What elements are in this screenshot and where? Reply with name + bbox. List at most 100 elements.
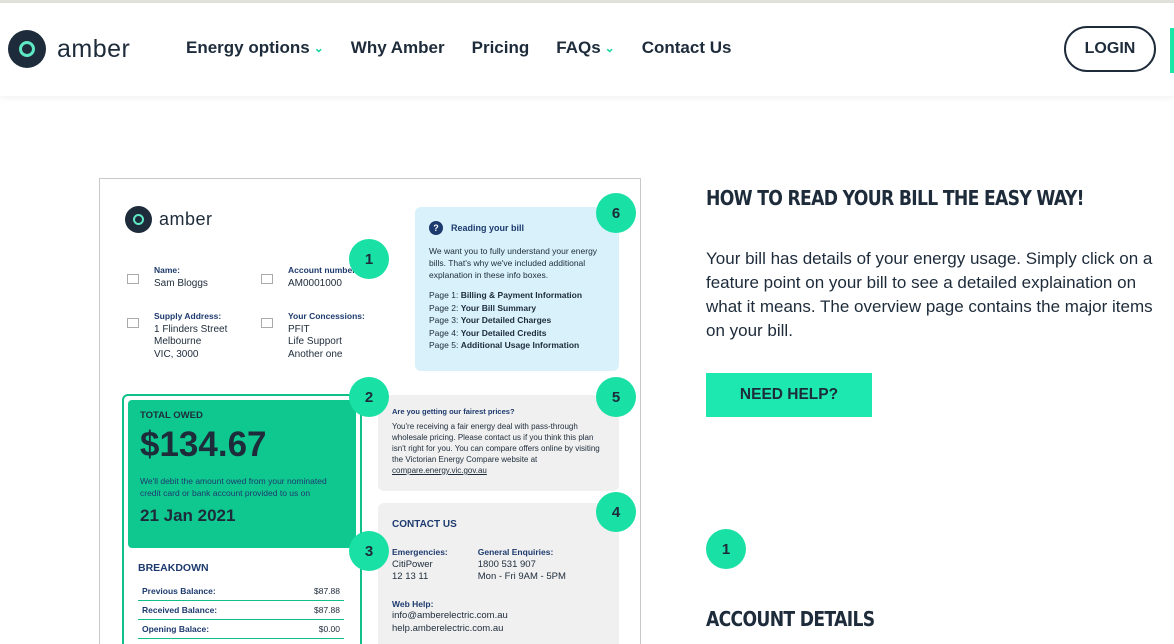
enquiries-line: 1800 531 907: [477, 558, 536, 570]
account-value: AM0001000: [288, 277, 342, 289]
feature-point-6[interactable]: 6: [596, 193, 636, 233]
bill-logo-wordmark: amber: [159, 209, 213, 229]
breakdown-value: $87.88: [314, 586, 340, 596]
page-number: Page 2:: [429, 302, 459, 313]
breakdown-label: Opening Balace:: [142, 624, 210, 634]
bill-account: Account number AM0001000: [288, 264, 354, 290]
account-details-heading: ACCOUNT DETAILS: [706, 607, 875, 631]
contact-title: CONTACT US: [392, 519, 457, 530]
total-owed-panel: TOTAL OWED $134.67 We'll debit the amoun…: [128, 400, 356, 548]
concession-item: PFIT: [288, 323, 310, 335]
nav-label: Energy options: [186, 38, 310, 57]
breakdown-value: $0.00: [318, 624, 340, 634]
web-help-line: info@amberelectric.com.au: [392, 610, 508, 621]
enquiries-line: Mon - Fri 9AM - 5PM: [477, 571, 566, 582]
web-help-label: Web Help:: [392, 598, 434, 609]
bill-concessions: Your Concessions: PFIT Life Support Anot…: [288, 310, 365, 361]
logo-wordmark: amber: [57, 34, 131, 63]
page-list-item: Page 5: Additional Usage Information: [429, 339, 605, 352]
page-list-item: Page 4: Your Detailed Credits: [429, 327, 605, 340]
envelope-icon: [261, 274, 273, 284]
address-line: VIC, 3000: [154, 348, 199, 360]
site-header: amber Energy options ⌄ Why Amber Pricing …: [0, 3, 1174, 96]
chevron-down-icon: ⌄: [313, 41, 324, 55]
nav-label: Contact Us: [641, 38, 732, 57]
debit-note: We'll debit the amount owed from your no…: [140, 476, 327, 498]
feature-point-3[interactable]: 3: [349, 531, 389, 571]
breakdown-value: $87.88: [314, 605, 340, 615]
nav-faqs[interactable]: FAQs ⌄: [556, 38, 614, 58]
page-number: Page 3:: [429, 315, 459, 325]
bill-name: Name: Sam Bloggs: [154, 264, 208, 290]
breakdown-title: BREAKDOWN: [138, 562, 209, 574]
amber-logo-icon: [125, 206, 152, 233]
feature-point-1[interactable]: 1: [349, 239, 389, 279]
envelope-icon: [127, 274, 139, 284]
reading-bill-panel: ? Reading your bill We want you to fully…: [415, 207, 619, 371]
envelope-icon: [127, 318, 139, 328]
enquiries-label: General Enquiries:: [477, 547, 554, 557]
nav-label: Pricing: [471, 38, 530, 57]
name-label: Name:: [154, 265, 180, 275]
nav-label: FAQs: [556, 38, 601, 57]
fair-prices-panel: Are you getting our fairest prices? You'…: [378, 395, 619, 491]
chevron-down-icon: ⌄: [604, 41, 615, 55]
fair-prices-title: Are you getting our fairest prices?: [392, 407, 515, 416]
need-help-button[interactable]: NEED HELP?: [706, 373, 872, 417]
page-name: Billing & Payment Information: [460, 290, 583, 300]
contact-panel: CONTACT US Emergencies: CitiPower 12 13 …: [378, 503, 619, 644]
breakdown-section: BREAKDOWN Previous Balance: $87.88 Receiv…: [138, 562, 344, 639]
page-list-item: Page 2: Your Bill Summary: [429, 302, 605, 315]
page-name: Additional Usage Information: [460, 340, 580, 350]
emergencies-line: 12 13 11: [392, 571, 429, 582]
emergencies-label: Emergencies:: [392, 547, 448, 557]
bill-logo: amber: [125, 206, 213, 233]
main-nav: Energy options ⌄ Why Amber Pricing FAQs ⌄ …: [186, 38, 758, 58]
section-number-badge: 1: [706, 529, 746, 569]
fair-prices-body: You're receiving a fair energy deal with…: [392, 422, 600, 464]
envelope-icon: [261, 318, 273, 328]
page-number: Page 1:: [429, 290, 459, 300]
concessions-label: Your Concessions:: [288, 311, 365, 321]
login-button[interactable]: LOGIN: [1064, 26, 1156, 72]
debit-date: 21 Jan 2021: [140, 506, 236, 525]
page-name: Your Detailed Credits: [460, 327, 547, 338]
page-list: Page 1: Billing & Payment Information Pa…: [429, 289, 605, 352]
page-name: Your Bill Summary: [460, 302, 537, 313]
total-owed-box: TOTAL OWED $134.67 We'll debit the amoun…: [122, 394, 362, 644]
page-number: Page 5:: [429, 340, 459, 350]
feature-point-4[interactable]: 4: [596, 492, 636, 532]
nav-label: Why Amber: [350, 38, 445, 57]
question-icon: ?: [429, 221, 443, 235]
address-line: Melbourne: [154, 336, 202, 347]
info-header: ? Reading your bill: [429, 221, 605, 235]
supply-label: Supply Address:: [154, 311, 222, 321]
amber-logo[interactable]: amber: [8, 30, 130, 68]
name-value: Sam Bloggs: [154, 277, 208, 289]
signup-button-edge[interactable]: [1170, 28, 1174, 73]
page-list-item: Page 1: Billing & Payment Information: [429, 289, 605, 302]
page-number: Page 4:: [429, 327, 459, 338]
nav-contact-us[interactable]: Contact Us: [642, 38, 732, 58]
sample-bill: amber Name: Sam Bloggs Account number AM…: [99, 178, 641, 644]
total-owed-label: TOTAL OWED: [140, 410, 203, 421]
amber-logo-icon: [8, 30, 46, 68]
nav-energy-options[interactable]: Energy options ⌄: [186, 38, 324, 58]
fair-prices-text: You're receiving a fair energy deal with…: [392, 421, 605, 476]
nav-pricing[interactable]: Pricing: [472, 38, 530, 58]
nav-why-amber[interactable]: Why Amber: [351, 38, 445, 58]
intro-paragraph: Your bill has details of your energy usa…: [706, 249, 1153, 340]
emergencies-line: CitiPower: [392, 558, 433, 570]
breakdown-row: Previous Balance: $87.88: [138, 582, 344, 601]
concession-item: Another one: [288, 348, 343, 360]
breakdown-label: Received Balance:: [142, 605, 218, 615]
web-help-line: help.amberelectric.com.au: [392, 622, 504, 634]
feature-point-2[interactable]: 2: [349, 377, 389, 417]
feature-point-5[interactable]: 5: [596, 377, 636, 417]
enquiries-info: General Enquiries: 1800 531 907 Mon - Fr…: [478, 546, 566, 584]
total-owed-amount: $134.67: [140, 425, 267, 464]
concession-item: Life Support: [288, 336, 342, 347]
breakdown-row: Received Balance: $87.88: [138, 601, 344, 620]
breakdown-row: Opening Balace: $0.00: [138, 620, 344, 639]
contact-columns: Emergencies: CitiPower 12 13 11 General …: [392, 546, 605, 584]
